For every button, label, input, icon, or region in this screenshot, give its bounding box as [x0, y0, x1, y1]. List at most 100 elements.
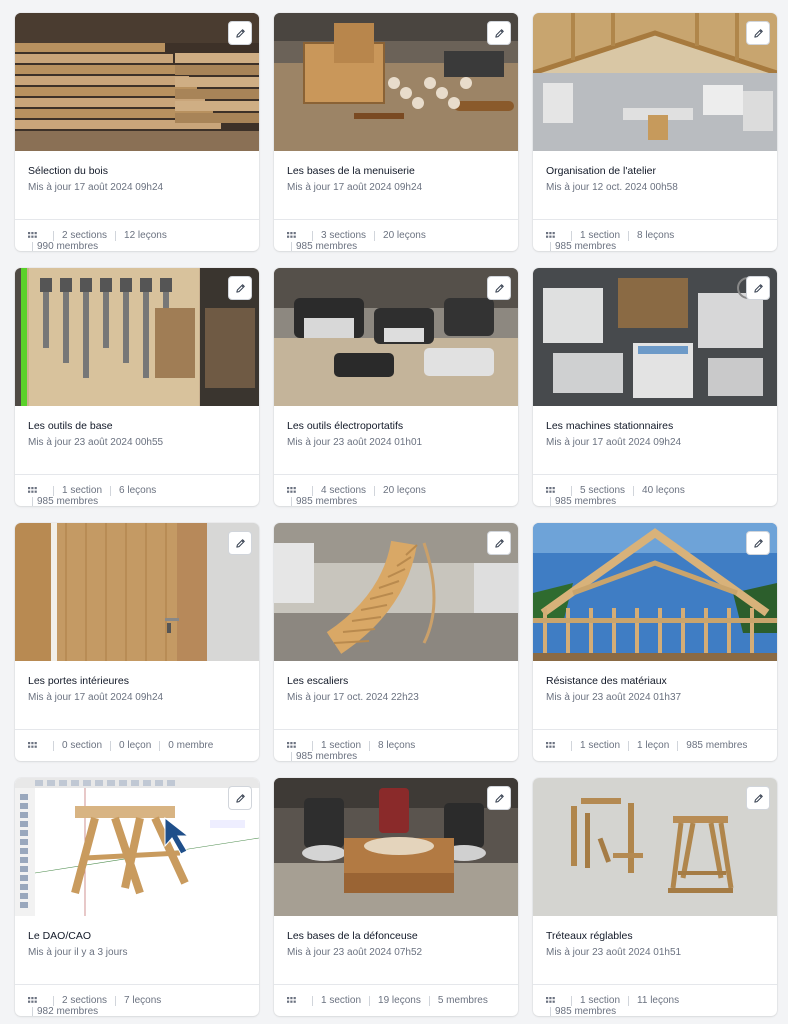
- edit-button[interactable]: [746, 21, 770, 45]
- members-count: 0 membre: [168, 740, 214, 751]
- course-updated: Mis à jour 23 août 2024 01h51: [546, 947, 682, 958]
- separator: [677, 740, 679, 751]
- grip-icon[interactable]: [28, 742, 37, 749]
- course-stats: 2 sections 7 leçons 982 membres: [15, 984, 259, 1016]
- course-card-8[interactable]: Les escaliers Mis à jour 17 oct. 2024 22…: [274, 523, 518, 761]
- edit-button[interactable]: [746, 276, 770, 300]
- course-thumbnail[interactable]: [533, 778, 777, 916]
- course-updated: Mis à jour 17 août 2024 09h24: [28, 692, 164, 703]
- course-thumbnail[interactable]: [15, 523, 259, 661]
- edit-button[interactable]: [487, 786, 511, 810]
- course-updated: Mis à jour 17 août 2024 09h24: [28, 182, 164, 193]
- course-title[interactable]: Les bases de la défonceuse: [287, 929, 506, 943]
- course-title[interactable]: Les outils électroportatifs: [287, 419, 506, 433]
- members-count: 982 membres: [37, 1006, 99, 1016]
- course-thumbnail[interactable]: [533, 523, 777, 661]
- course-stats: 1 section 19 leçons 5 membres: [274, 984, 518, 1006]
- edit-button[interactable]: [228, 786, 252, 810]
- course-card-1[interactable]: Sélection du bois Mis à jour 17 août 202…: [15, 13, 259, 251]
- course-title[interactable]: Tréteaux réglables: [546, 929, 765, 943]
- lumber-stack-image: [15, 13, 259, 151]
- power-tools-image: [274, 268, 518, 406]
- grip-icon[interactable]: [28, 487, 37, 494]
- lessons-count: 7 leçons: [124, 995, 162, 1006]
- course-title[interactable]: Sélection du bois: [28, 164, 247, 178]
- course-card-4[interactable]: Les outils de base Mis à jour 23 août 20…: [15, 268, 259, 506]
- course-card-12[interactable]: Tréteaux réglables Mis à jour 23 août 20…: [533, 778, 777, 1016]
- course-thumbnail[interactable]: [274, 13, 518, 151]
- grip-icon[interactable]: [287, 997, 296, 1004]
- course-updated: Mis à jour 23 août 2024 00h55: [28, 437, 164, 448]
- tool-wall-image: [15, 268, 259, 406]
- stationary-machines-image: [533, 268, 777, 406]
- grip-icon[interactable]: [546, 742, 555, 749]
- course-card-11[interactable]: Les bases de la défonceuse Mis à jour 23…: [274, 778, 518, 1016]
- course-card-10[interactable]: Le DAO/CAO Mis à jour il y a 3 jours 2 s…: [15, 778, 259, 1016]
- lessons-count: 40 leçons: [642, 485, 685, 496]
- grip-icon[interactable]: [287, 232, 296, 239]
- course-thumbnail[interactable]: [15, 268, 259, 406]
- grip-icon[interactable]: [287, 487, 296, 494]
- course-thumbnail[interactable]: [533, 268, 777, 406]
- edit-button[interactable]: [487, 276, 511, 300]
- members-count: 985 membres: [296, 751, 358, 761]
- course-title[interactable]: Les portes intérieures: [28, 674, 247, 688]
- course-title[interactable]: Les machines stationnaires: [546, 419, 765, 433]
- course-stats: 5 sections 40 leçons 985 membres: [533, 474, 777, 506]
- course-title[interactable]: Le DAO/CAO: [28, 929, 247, 943]
- members-count: 985 membres: [555, 241, 617, 251]
- pencil-icon: [753, 283, 763, 293]
- grip-icon[interactable]: [546, 232, 555, 239]
- course-card-9[interactable]: Résistance des matériaux Mis à jour 23 a…: [533, 523, 777, 761]
- grip-icon[interactable]: [546, 997, 555, 1004]
- course-title[interactable]: Les escaliers: [287, 674, 506, 688]
- lessons-count: 11 leçons: [637, 995, 680, 1006]
- grip-icon[interactable]: [28, 232, 37, 239]
- edit-button[interactable]: [746, 786, 770, 810]
- course-stats: 1 section 11 leçons 985 membres: [533, 984, 777, 1016]
- sections-count: 1 section: [580, 230, 621, 241]
- course-card-3[interactable]: Organisation de l'atelier Mis à jour 12 …: [533, 13, 777, 251]
- pencil-icon: [235, 538, 245, 548]
- course-updated: Mis à jour 23 août 2024 01h37: [546, 692, 682, 703]
- edit-button[interactable]: [487, 531, 511, 555]
- sections-count: 0 section: [62, 740, 103, 751]
- course-stats: 1 section 8 leçons 985 membres: [533, 219, 777, 251]
- grip-icon[interactable]: [287, 742, 296, 749]
- course-title[interactable]: Organisation de l'atelier: [546, 164, 765, 178]
- separator: [628, 740, 630, 751]
- separator: [53, 230, 54, 241]
- separator: [115, 995, 117, 1006]
- course-thumbnail[interactable]: [533, 13, 777, 151]
- separator: [550, 241, 551, 251]
- course-updated: Mis à jour 17 août 2024 09h24: [287, 182, 423, 193]
- lessons-count: 1 leçon: [637, 740, 670, 751]
- grip-icon[interactable]: [28, 997, 37, 1004]
- pencil-icon: [494, 28, 504, 38]
- edit-button[interactable]: [228, 531, 252, 555]
- course-thumbnail[interactable]: [274, 268, 518, 406]
- edit-button[interactable]: [746, 531, 770, 555]
- edit-button[interactable]: [228, 21, 252, 45]
- edit-button[interactable]: [487, 21, 511, 45]
- course-card-2[interactable]: Les bases de la menuiserie Mis à jour 17…: [274, 13, 518, 251]
- course-title[interactable]: Les outils de base: [28, 419, 247, 433]
- course-card-7[interactable]: Les portes intérieures Mis à jour 17 aoû…: [15, 523, 259, 761]
- course-thumbnail[interactable]: [15, 778, 259, 916]
- course-title[interactable]: Les bases de la menuiserie: [287, 164, 506, 178]
- course-thumbnail[interactable]: [15, 13, 259, 151]
- edit-button[interactable]: [228, 276, 252, 300]
- lessons-count: 6 leçons: [119, 485, 157, 496]
- course-thumbnail[interactable]: [274, 523, 518, 661]
- separator: [312, 485, 313, 496]
- course-stats: 2 sections 12 leçons 990 membres: [15, 219, 259, 251]
- course-card-6[interactable]: Les machines stationnaires Mis à jour 17…: [533, 268, 777, 506]
- course-card-5[interactable]: Les outils électroportatifs Mis à jour 2…: [274, 268, 518, 506]
- course-title[interactable]: Résistance des matériaux: [546, 674, 765, 688]
- grip-icon[interactable]: [546, 487, 555, 494]
- sections-count: 1 section: [62, 485, 103, 496]
- sections-count: 2 sections: [62, 995, 108, 1006]
- course-thumbnail[interactable]: [274, 778, 518, 916]
- workbench-joinery-image: [274, 13, 518, 151]
- lessons-count: 8 leçons: [378, 740, 416, 751]
